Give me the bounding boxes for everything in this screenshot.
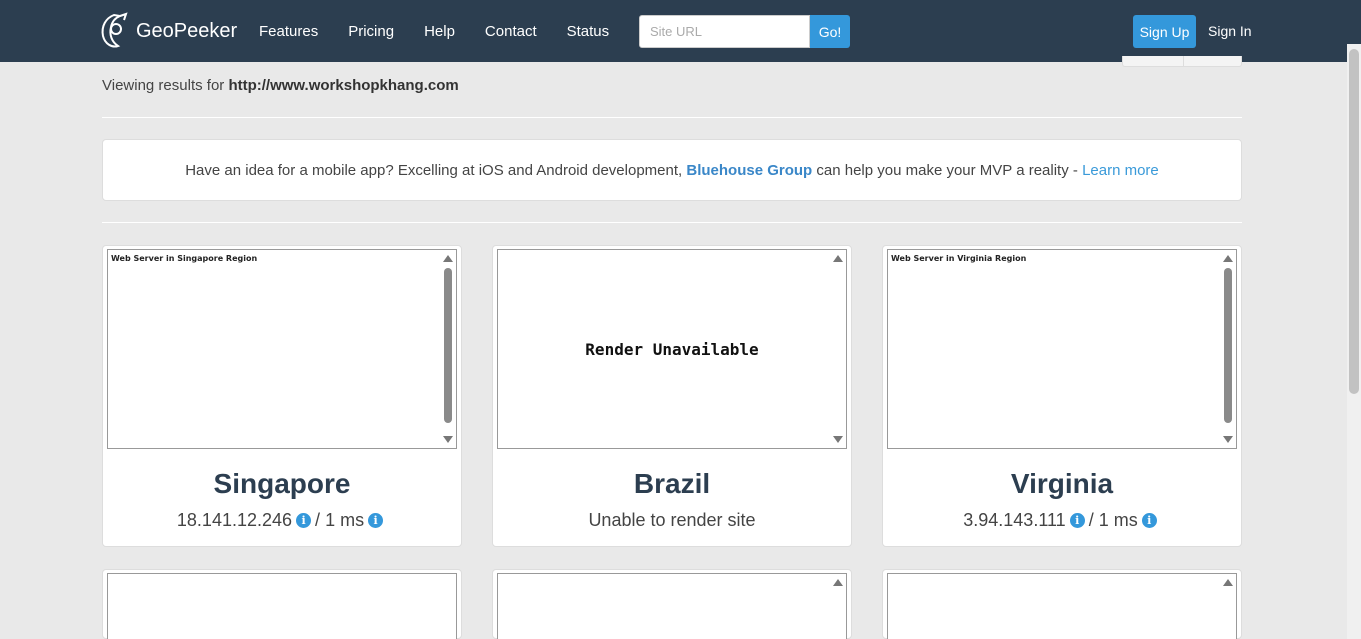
server-meta: 3.94.143.111 i / 1 ms i <box>883 510 1241 531</box>
result-card-singapore: Web Server in Singapore Region Singapore… <box>102 245 462 547</box>
info-icon[interactable]: i <box>368 513 384 528</box>
separator: / <box>315 510 321 530</box>
frame-region-text: Web Server in Virginia Region <box>891 254 1027 263</box>
scroll-up-icon[interactable] <box>833 255 843 262</box>
city-name: Virginia <box>1010 468 1114 499</box>
result-card-virginia: Web Server in Virginia Region Virginia 3… <box>882 245 1242 547</box>
render-status: Unable to render site <box>588 510 756 530</box>
viewing-url: http://www.workshopkhang.com <box>228 77 459 94</box>
render-frame[interactable] <box>887 573 1237 639</box>
divider <box>102 117 1242 118</box>
geopeeker-logo-icon <box>101 12 128 48</box>
result-card-brazil: Render Unavailable Brazil Unable to rend… <box>492 245 852 547</box>
navbar: GeoPeeker Features Pricing Help Contact … <box>0 0 1361 62</box>
site-url-input[interactable] <box>639 15 810 48</box>
scroll-up-icon[interactable] <box>1223 255 1233 262</box>
city-name: Brazil <box>633 468 711 499</box>
frame-scrollbar[interactable] <box>830 574 846 639</box>
info-icon[interactable]: i <box>1141 513 1157 528</box>
info-icon[interactable]: i <box>1069 513 1085 528</box>
nav-link-help[interactable]: Help <box>424 23 455 40</box>
viewing-results: Viewing results for http://www.workshopk… <box>102 77 459 94</box>
promo-text-before: Have an idea for a mobile app? Excelling… <box>185 161 683 179</box>
result-card <box>492 569 852 639</box>
page-scroll-thumb[interactable] <box>1349 49 1359 394</box>
scroll-up-icon[interactable] <box>1223 579 1233 586</box>
go-button[interactable]: Go! <box>810 15 850 48</box>
learn-more-link[interactable]: Learn more <box>1082 162 1159 179</box>
result-card <box>882 569 1242 639</box>
render-frame[interactable]: Web Server in Virginia Region <box>887 249 1237 449</box>
frame-scrollbar[interactable] <box>830 250 846 448</box>
nav-link-status[interactable]: Status <box>567 23 610 40</box>
brand[interactable]: GeoPeeker <box>98 12 237 50</box>
frame-region-text: Web Server in Singapore Region <box>111 254 258 263</box>
search-form: Go! <box>639 15 850 48</box>
frame-scrollbar[interactable] <box>1220 250 1236 448</box>
scroll-down-icon[interactable] <box>443 436 453 443</box>
result-card <box>102 569 462 639</box>
render-frame[interactable] <box>497 573 847 639</box>
frame-scrollbar[interactable] <box>440 250 456 448</box>
nav-links: Features Pricing Help Contact Status <box>259 0 639 62</box>
scroll-thumb[interactable] <box>444 268 452 423</box>
render-unavailable-text: Render Unavailable <box>585 339 759 359</box>
nav-link-features[interactable]: Features <box>259 23 318 40</box>
separator: / <box>1088 510 1094 530</box>
scroll-down-icon[interactable] <box>833 436 843 443</box>
nav-link-pricing[interactable]: Pricing <box>348 23 394 40</box>
divider <box>102 222 1242 223</box>
info-icon[interactable]: i <box>296 513 312 528</box>
latency: 1 ms <box>1098 510 1138 530</box>
viewing-prefix: Viewing results for <box>102 77 225 94</box>
nav-link-contact[interactable]: Contact <box>485 23 537 40</box>
sign-in-link[interactable]: Sign In <box>1208 23 1252 39</box>
latency: 1 ms <box>325 510 365 530</box>
render-frame[interactable]: Render Unavailable <box>497 249 847 449</box>
partial-button-group[interactable] <box>1122 56 1242 67</box>
ip-address: 18.141.12.246 <box>176 510 293 530</box>
render-frame[interactable]: Web Server in Singapore Region <box>107 249 457 449</box>
page-scrollbar[interactable] <box>1347 44 1361 639</box>
promo-banner: Have an idea for a mobile app? Excelling… <box>102 139 1242 201</box>
scroll-down-icon[interactable] <box>1223 436 1233 443</box>
sign-up-button[interactable]: Sign Up <box>1133 15 1196 48</box>
scroll-up-icon[interactable] <box>833 579 843 586</box>
scroll-up-icon[interactable] <box>443 255 453 262</box>
city-name: Singapore <box>213 468 351 499</box>
server-meta: 18.141.12.246 i / 1 ms i <box>103 510 461 531</box>
bluehouse-link[interactable]: Bluehouse Group <box>686 162 812 179</box>
render-frame[interactable] <box>107 573 457 639</box>
frame-scrollbar[interactable] <box>1220 574 1236 639</box>
brand-name: GeoPeeker <box>136 19 238 42</box>
ip-address: 3.94.143.111 <box>963 510 1066 530</box>
promo-text-after: can help you make your MVP a reality - <box>816 161 1078 179</box>
scroll-thumb[interactable] <box>1224 268 1232 423</box>
